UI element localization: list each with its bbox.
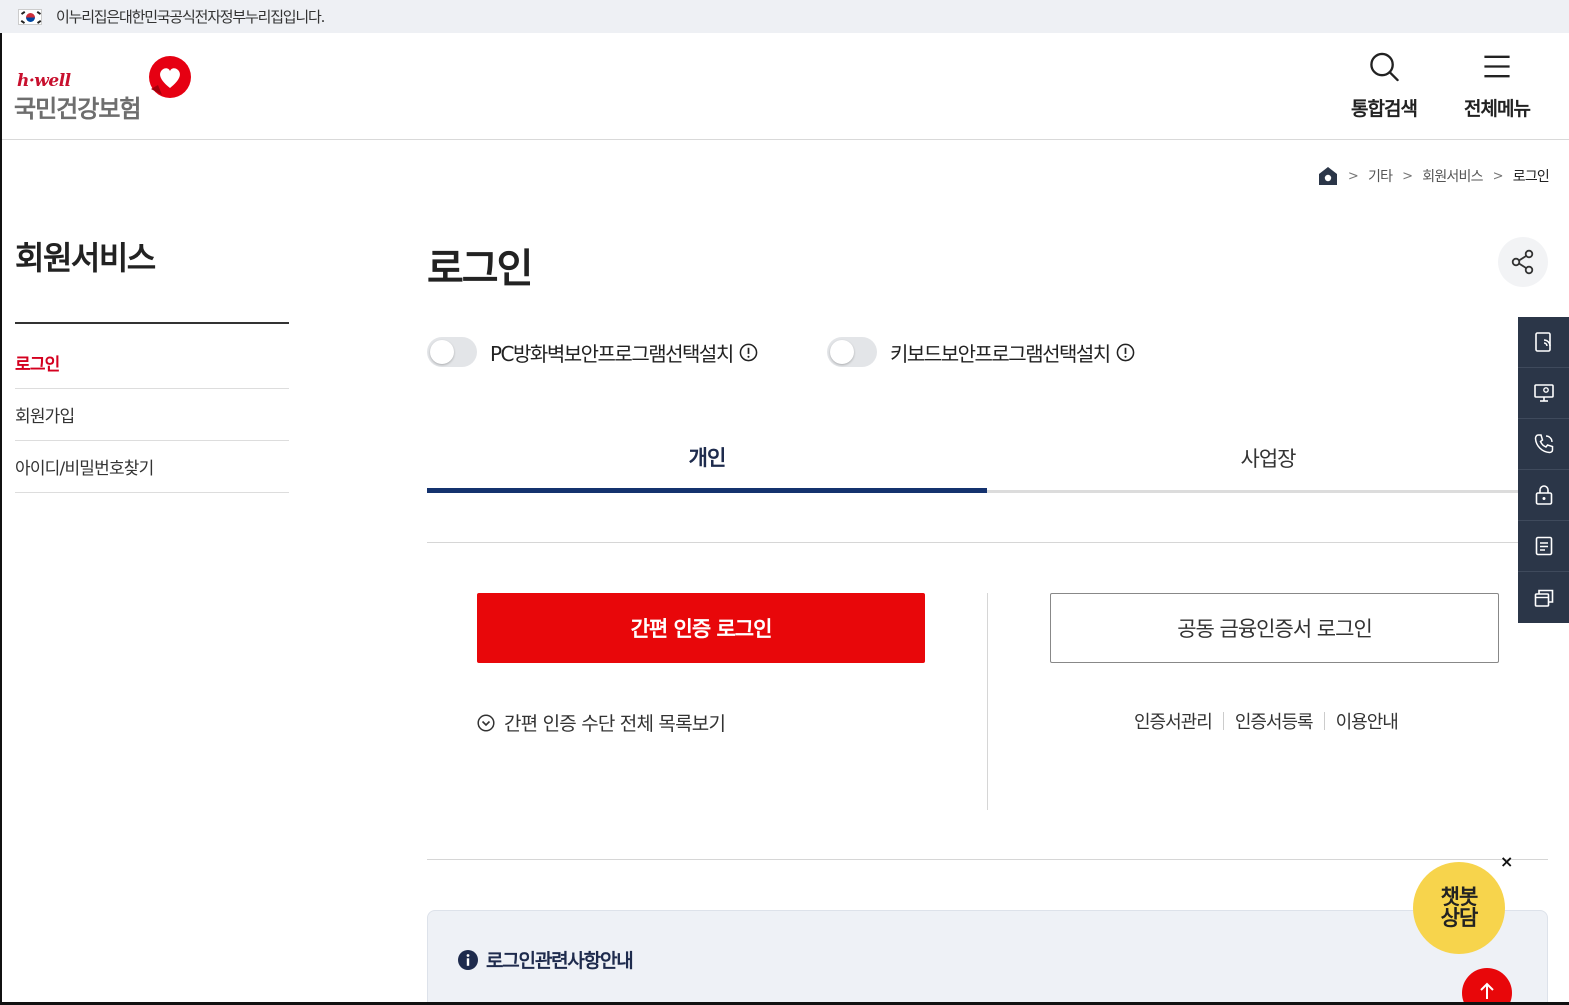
window-frame-left (0, 33, 2, 1005)
integrated-search-button[interactable]: 통합검색 (1339, 51, 1429, 121)
tab-business[interactable]: 사업장 (988, 425, 1548, 490)
chatbot-label-line1: 챗봇 (1440, 885, 1479, 909)
document-wireless-icon (1534, 332, 1551, 352)
keyboard-security-toggle[interactable] (827, 337, 877, 367)
breadcrumb-separator: > (1402, 168, 1413, 184)
firewall-toggle-row: PC방화벽보안프로그램선택설치 (427, 337, 758, 367)
breadcrumb-item-login: 로그인 (1512, 169, 1550, 185)
section-divider-top (427, 542, 1548, 543)
sidebar-item-login[interactable]: 로그인 (15, 337, 289, 389)
quick-item-call[interactable] (1518, 419, 1569, 470)
link-divider (1222, 712, 1224, 730)
simple-auth-login-button[interactable]: 간편 인증 로그인 (477, 593, 925, 663)
breadcrumb-separator: > (1347, 168, 1359, 184)
info-icon[interactable] (739, 343, 758, 362)
heart-logo-icon (149, 56, 191, 98)
hamburger-icon (1484, 55, 1510, 78)
tab-personal[interactable]: 개인 (427, 425, 987, 493)
list-document-icon (1535, 536, 1552, 556)
sidebar-item-signup[interactable]: 회원가입 (15, 389, 289, 441)
quick-item-consult[interactable] (1518, 368, 1569, 419)
info-icon[interactable] (1116, 343, 1135, 362)
simple-auth-list-label: 간편 인증 수단 전체 목록보기 (504, 713, 726, 735)
full-menu-button[interactable]: 전체메뉴 (1452, 51, 1542, 121)
notice-title: 로그인관련사항안내 (486, 950, 634, 972)
firewall-toggle-label: PC방화벽보안프로그램선택설치 (490, 341, 734, 366)
quick-menu-bar (1518, 317, 1569, 623)
simple-auth-list-toggle[interactable]: 간편 인증 수단 전체 목록보기 (477, 709, 726, 736)
login-type-tabs: 개인 사업장 (427, 425, 1548, 493)
breadcrumb: > 기타 > 회원서비스 > 로그인 (1318, 166, 1550, 186)
menu-label: 전체메뉴 (1464, 98, 1531, 120)
search-icon (1370, 52, 1399, 82)
quick-item-security[interactable] (1518, 470, 1569, 521)
breadcrumb-item-etc[interactable]: 기타 (1368, 166, 1393, 186)
gov-banner: 이누리집은대한민국공식전자정부누리집입니다. (0, 0, 1569, 33)
chatbot-button[interactable]: 챗봇 상담 (1413, 862, 1505, 954)
page-title: 로그인 (427, 246, 533, 292)
chatbot-close-icon[interactable]: × (1500, 852, 1513, 871)
breadcrumb-separator: > (1492, 168, 1504, 184)
cert-manage-link[interactable]: 인증서관리 (1134, 708, 1213, 734)
home-icon[interactable] (1318, 166, 1338, 186)
section-divider-bottom (427, 859, 1548, 860)
link-divider (1323, 712, 1325, 730)
joint-cert-login-button[interactable]: 공동 금융인증서 로그인 (1050, 593, 1499, 663)
usage-guide-link[interactable]: 이용안내 (1336, 708, 1399, 734)
stacked-windows-icon (1534, 589, 1553, 607)
breadcrumb-item-member-service[interactable]: 회원서비스 (1422, 166, 1483, 186)
arrow-up-icon (1480, 982, 1494, 999)
section-divider-vertical (987, 593, 988, 810)
logo[interactable]: h·well 국민건강보험 (14, 55, 194, 125)
logo-name: 국민건강보험 (14, 95, 141, 123)
cert-register-link[interactable]: 인증서등록 (1235, 708, 1314, 734)
sidebar-item-find-id-password[interactable]: 아이디/비밀번호찾기 (15, 441, 289, 493)
share-icon (1511, 249, 1534, 275)
keyboard-toggle-label: 키보드보안프로그램선택설치 (890, 341, 1111, 366)
share-button[interactable] (1498, 237, 1548, 287)
chatbot-label-line2: 상담 (1440, 906, 1479, 930)
phone-icon (1534, 434, 1553, 454)
search-label: 통합검색 (1351, 98, 1418, 120)
sidebar-menu: 로그인 회원가입 아이디/비밀번호찾기 (15, 337, 289, 493)
sidebar-title: 회원서비스 (15, 239, 156, 277)
info-filled-icon (458, 949, 478, 970)
logo-brand: h·well (17, 71, 71, 91)
site-header: h·well 국민건강보험 통합검색 전체메뉴 (0, 33, 1569, 140)
sidebar-divider (15, 322, 289, 324)
chevron-down-circle-icon (477, 713, 495, 732)
cert-links: 인증서관리 인증서등록 이용안내 (1134, 708, 1399, 734)
korea-flag-icon (18, 8, 42, 25)
keyboard-toggle-row: 키보드보안프로그램선택설치 (827, 337, 1135, 367)
login-notice-box: 로그인관련사항안내 (427, 910, 1548, 1005)
firewall-install-toggle[interactable] (427, 337, 477, 367)
quick-item-windows[interactable] (1518, 572, 1569, 623)
quick-item-document[interactable] (1518, 317, 1569, 368)
gov-banner-text: 이누리집은대한민국공식전자정부누리집입니다. (56, 8, 325, 26)
lock-icon (1535, 485, 1552, 505)
monitor-person-icon (1533, 384, 1554, 402)
quick-item-list[interactable] (1518, 521, 1569, 572)
notice-title-row: 로그인관련사항안내 (458, 946, 634, 973)
